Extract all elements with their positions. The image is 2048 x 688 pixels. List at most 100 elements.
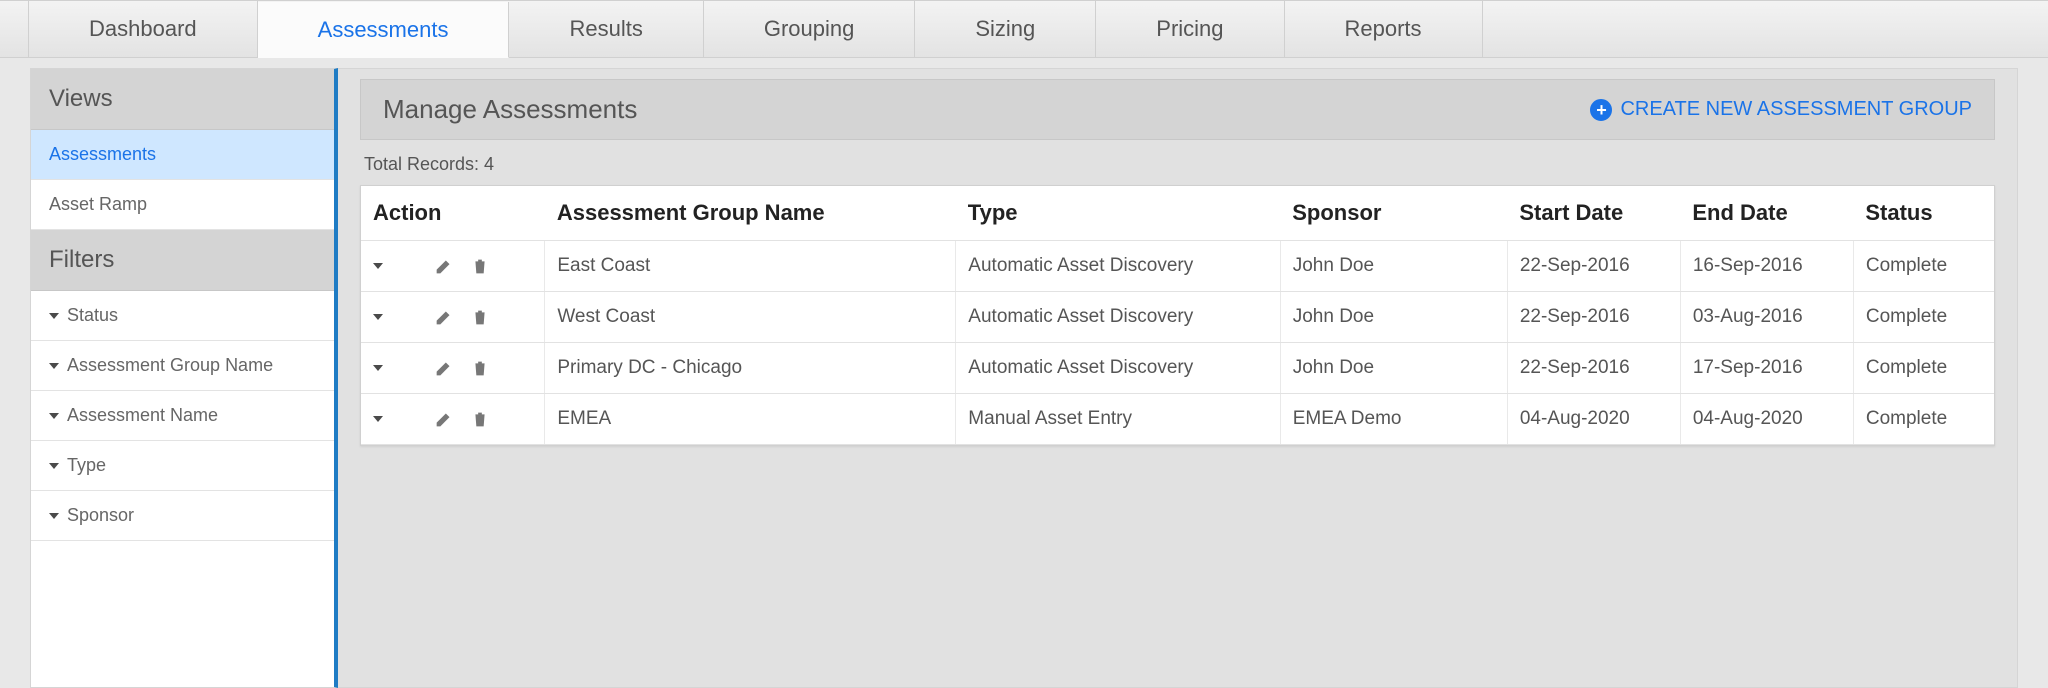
- expand-icon[interactable]: [373, 314, 383, 320]
- cell-sponsor: EMEA Demo: [1280, 394, 1507, 445]
- cell-action: [361, 394, 545, 445]
- assessment-table: Action Assessment Group Name Type Sponso…: [360, 185, 1995, 446]
- expand-icon[interactable]: [373, 416, 383, 422]
- view-item-label: Assessments: [49, 144, 156, 164]
- tab-label: Assessments: [318, 17, 449, 43]
- cell-type: Automatic Asset Discovery: [956, 292, 1280, 343]
- add-icon[interactable]: [397, 255, 419, 277]
- view-item-label: Asset Ramp: [49, 194, 147, 214]
- cell-start: 22-Sep-2016: [1507, 343, 1680, 394]
- tab-label: Grouping: [764, 16, 855, 42]
- cell-end: 03-Aug-2016: [1680, 292, 1853, 343]
- cell-status: Complete: [1853, 394, 1994, 445]
- tab-label: Pricing: [1156, 16, 1223, 42]
- cell-name: East Coast: [545, 241, 956, 292]
- cell-end: 16-Sep-2016: [1680, 241, 1853, 292]
- cell-sponsor: John Doe: [1280, 343, 1507, 394]
- tab-pricing[interactable]: Pricing: [1096, 1, 1284, 57]
- expand-icon[interactable]: [373, 365, 383, 371]
- cell-action: [361, 292, 545, 343]
- cell-action: [361, 241, 545, 292]
- chevron-down-icon: [49, 413, 59, 419]
- tab-sizing[interactable]: Sizing: [915, 1, 1096, 57]
- tab-results[interactable]: Results: [509, 1, 703, 57]
- col-start: Start Date: [1507, 186, 1680, 241]
- page-title: Manage Assessments: [383, 94, 637, 125]
- cell-status: Complete: [1853, 292, 1994, 343]
- views-header: Views: [31, 69, 334, 130]
- filter-label: Type: [67, 455, 106, 476]
- edit-icon[interactable]: [433, 255, 455, 277]
- filter-sponsor[interactable]: Sponsor: [31, 491, 334, 541]
- create-assessment-group-button[interactable]: + CREATE NEW ASSESSMENT GROUP: [1590, 98, 1972, 121]
- cell-start: 22-Sep-2016: [1507, 292, 1680, 343]
- filter-label: Assessment Group Name: [67, 355, 273, 376]
- cell-name: West Coast: [545, 292, 956, 343]
- create-button-label: CREATE NEW ASSESSMENT GROUP: [1620, 98, 1972, 121]
- tab-label: Dashboard: [89, 16, 197, 42]
- tab-grouping[interactable]: Grouping: [704, 1, 916, 57]
- cell-start: 04-Aug-2020: [1507, 394, 1680, 445]
- page-header: Manage Assessments + CREATE NEW ASSESSME…: [360, 79, 1995, 140]
- cell-status: Complete: [1853, 241, 1994, 292]
- cell-status: Complete: [1853, 343, 1994, 394]
- cell-sponsor: John Doe: [1280, 292, 1507, 343]
- chevron-down-icon: [49, 513, 59, 519]
- filter-label: Status: [67, 305, 118, 326]
- filters-header: Filters: [31, 230, 334, 291]
- edit-icon[interactable]: [433, 408, 455, 430]
- top-nav: Dashboard Assessments Results Grouping S…: [0, 0, 2048, 58]
- view-item-assessments[interactable]: Assessments: [31, 130, 334, 180]
- view-item-asset-ramp[interactable]: Asset Ramp: [31, 180, 334, 230]
- edit-icon[interactable]: [433, 357, 455, 379]
- delete-icon[interactable]: [469, 357, 491, 379]
- expand-icon[interactable]: [373, 263, 383, 269]
- cell-start: 22-Sep-2016: [1507, 241, 1680, 292]
- tab-label: Reports: [1345, 16, 1422, 42]
- add-icon[interactable]: [397, 357, 419, 379]
- content: Manage Assessments + CREATE NEW ASSESSME…: [338, 68, 2018, 688]
- cell-name: EMEA: [545, 394, 956, 445]
- tab-label: Results: [569, 16, 642, 42]
- filter-label: Sponsor: [67, 505, 134, 526]
- tab-reports[interactable]: Reports: [1285, 1, 1483, 57]
- edit-icon[interactable]: [433, 306, 455, 328]
- sidebar: Views Assessments Asset Ramp Filters Sta…: [30, 68, 338, 688]
- tab-assessments[interactable]: Assessments: [258, 2, 510, 58]
- chevron-down-icon: [49, 363, 59, 369]
- table-row: EMEAManual Asset EntryEMEA Demo04-Aug-20…: [361, 394, 1994, 445]
- total-records: Total Records: 4: [360, 140, 1995, 185]
- col-status: Status: [1853, 186, 1994, 241]
- table-row: Primary DC - ChicagoAutomatic Asset Disc…: [361, 343, 1994, 394]
- filter-type[interactable]: Type: [31, 441, 334, 491]
- filter-assessment-name[interactable]: Assessment Name: [31, 391, 334, 441]
- col-end: End Date: [1680, 186, 1853, 241]
- delete-icon[interactable]: [469, 306, 491, 328]
- table-header-row: Action Assessment Group Name Type Sponso…: [361, 186, 1994, 241]
- cell-action: [361, 343, 545, 394]
- table-row: East CoastAutomatic Asset DiscoveryJohn …: [361, 241, 1994, 292]
- filter-assessment-group-name[interactable]: Assessment Group Name: [31, 341, 334, 391]
- col-type: Type: [956, 186, 1280, 241]
- chevron-down-icon: [49, 463, 59, 469]
- filter-label: Assessment Name: [67, 405, 218, 426]
- filter-status[interactable]: Status: [31, 291, 334, 341]
- tab-label: Sizing: [975, 16, 1035, 42]
- add-icon[interactable]: [397, 306, 419, 328]
- add-icon[interactable]: [397, 408, 419, 430]
- chevron-down-icon: [49, 313, 59, 319]
- cell-type: Automatic Asset Discovery: [956, 241, 1280, 292]
- table-row: West CoastAutomatic Asset DiscoveryJohn …: [361, 292, 1994, 343]
- col-action: Action: [361, 186, 545, 241]
- tab-dashboard[interactable]: Dashboard: [28, 1, 258, 57]
- plus-circle-icon: +: [1590, 99, 1612, 121]
- cell-sponsor: John Doe: [1280, 241, 1507, 292]
- col-name: Assessment Group Name: [545, 186, 956, 241]
- delete-icon[interactable]: [469, 255, 491, 277]
- cell-end: 04-Aug-2020: [1680, 394, 1853, 445]
- cell-type: Automatic Asset Discovery: [956, 343, 1280, 394]
- cell-end: 17-Sep-2016: [1680, 343, 1853, 394]
- delete-icon[interactable]: [469, 408, 491, 430]
- cell-name: Primary DC - Chicago: [545, 343, 956, 394]
- col-sponsor: Sponsor: [1280, 186, 1507, 241]
